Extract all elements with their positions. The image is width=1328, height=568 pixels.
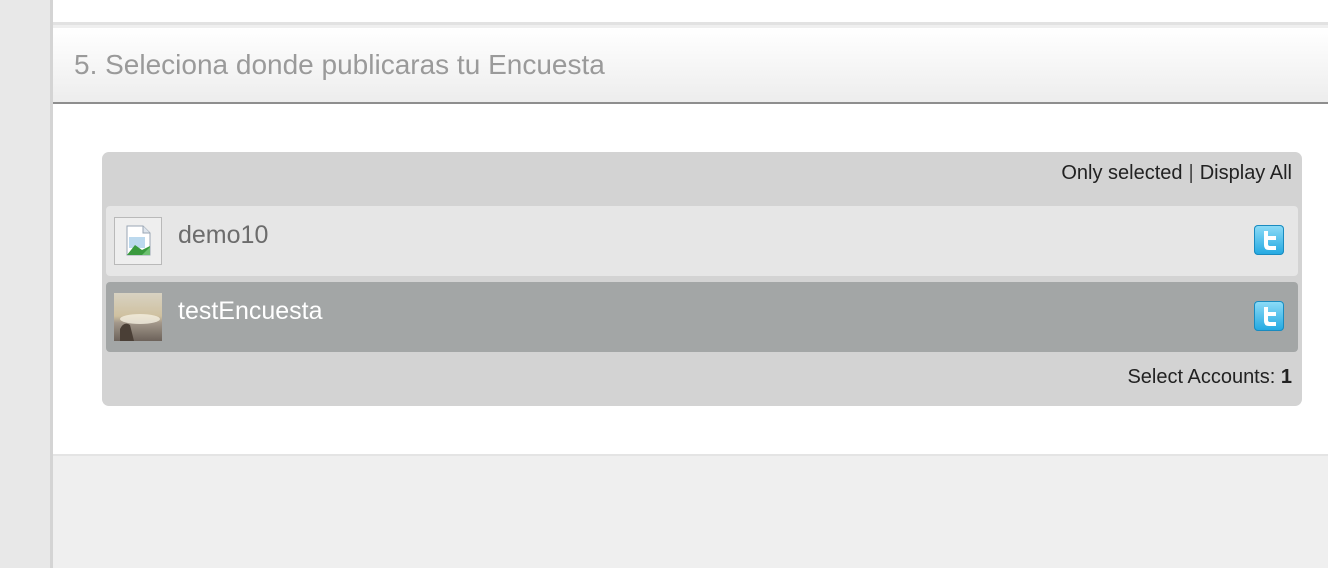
- selected-accounts-count: Select Accounts: 1: [1127, 366, 1292, 389]
- section-body: Only selected | Display All demo10 testE…: [53, 104, 1328, 456]
- placeholder-image-icon: [114, 217, 162, 265]
- account-name: testEncuesta: [178, 297, 323, 325]
- accounts-selector: Only selected | Display All demo10 testE…: [102, 152, 1302, 406]
- account-row-testencuesta[interactable]: testEncuesta: [106, 282, 1298, 352]
- display-all-link[interactable]: Display All: [1200, 162, 1292, 184]
- account-filter-bar: Only selected | Display All: [1061, 162, 1292, 185]
- previous-section-panel: [53, 0, 1328, 25]
- twitter-icon: [1254, 301, 1284, 331]
- select-accounts-label: Select Accounts:: [1127, 366, 1276, 388]
- account-avatar-photo: [114, 293, 162, 341]
- left-sidebar-gutter: [0, 0, 53, 568]
- only-selected-link[interactable]: Only selected: [1061, 162, 1182, 184]
- account-name: demo10: [178, 221, 269, 249]
- section-header: 5. Seleciona donde publicaras tu Encuest…: [53, 28, 1328, 104]
- selected-count-value: 1: [1280, 366, 1292, 388]
- twitter-icon: [1254, 225, 1284, 255]
- section-title: 5. Seleciona donde publicaras tu Encuest…: [74, 49, 605, 80]
- main-content: 5. Seleciona donde publicaras tu Encuest…: [53, 0, 1328, 568]
- filter-separator: |: [1188, 162, 1194, 184]
- account-row-demo10[interactable]: demo10: [106, 206, 1298, 276]
